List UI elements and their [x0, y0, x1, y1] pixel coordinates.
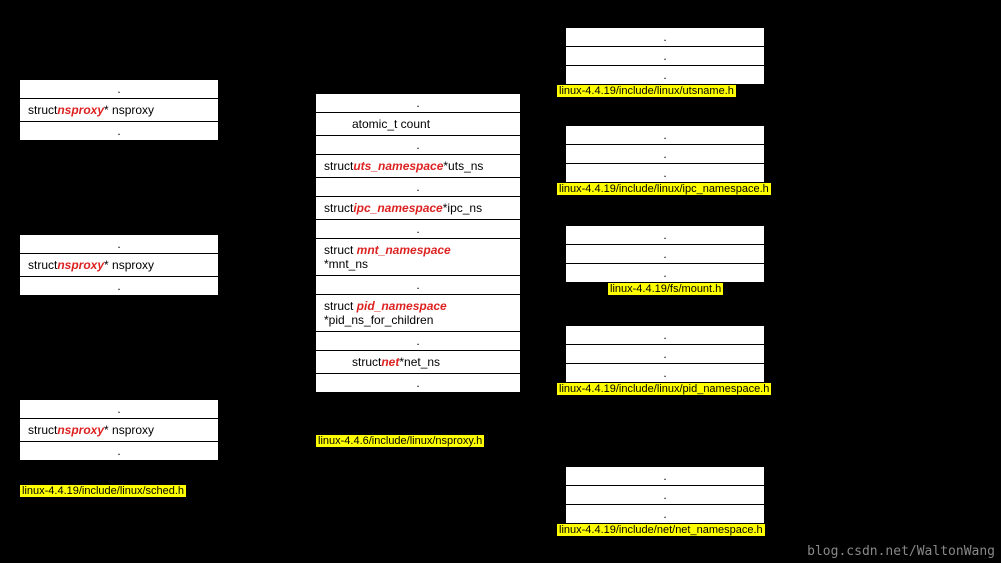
- pid-target-box: . . .: [565, 325, 765, 383]
- ellipsis: .: [566, 164, 764, 182]
- net-type: net: [381, 355, 399, 369]
- task-struct-box-3: . struct nsproxy * nsproxy .: [19, 399, 219, 461]
- ellipsis: .: [566, 145, 764, 164]
- ellipsis: .: [316, 276, 520, 295]
- task-struct-box-1: . struct nsproxy * nsproxy .: [19, 79, 219, 141]
- arrow-mnt: [521, 247, 565, 287]
- uts-field: struct uts_namespace *uts_ns: [316, 155, 520, 178]
- ellipsis: .: [566, 47, 764, 66]
- ellipsis: .: [20, 80, 218, 99]
- ellipsis: .: [316, 94, 520, 113]
- ellipsis: .: [566, 326, 764, 345]
- ipc-target-box: . . .: [565, 125, 765, 183]
- ellipsis: .: [20, 442, 218, 460]
- ellipsis: .: [20, 400, 218, 419]
- ellipsis: .: [20, 277, 218, 295]
- net-namespace-h-caption: linux-4.4.19/include/net/net_namespace.h: [556, 523, 766, 537]
- task-struct-box-2: . struct nsproxy * nsproxy .: [19, 234, 219, 296]
- nsproxy-type: nsproxy: [57, 258, 104, 272]
- ipc-namespace-h-caption: linux-4.4.19/include/linux/ipc_namespace…: [556, 182, 772, 196]
- ellipsis: .: [566, 505, 764, 523]
- ellipsis: .: [316, 374, 520, 392]
- arrow-task3-to-nsproxy: [219, 262, 315, 432]
- ellipsis: .: [566, 126, 764, 145]
- mnt-field: struct mnt_namespace *mnt_ns: [316, 239, 520, 276]
- pid-namespace-h-caption: linux-4.4.19/include/linux/pid_namespace…: [556, 382, 772, 396]
- pid-field: struct pid_namespace *pid_ns_for_childre…: [316, 295, 520, 332]
- net-target-box: . . .: [565, 466, 765, 524]
- ellipsis: .: [566, 486, 764, 505]
- ellipsis: .: [316, 332, 520, 351]
- task-nsproxy-field: struct nsproxy * nsproxy: [20, 99, 218, 122]
- utsname-h-caption: linux-4.4.19/include/linux/utsname.h: [556, 84, 737, 98]
- ellipsis: .: [316, 178, 520, 197]
- nsproxy-h-caption: linux-4.4.6/include/linux/nsproxy.h: [315, 434, 485, 448]
- ellipsis: .: [566, 66, 764, 84]
- ellipsis: .: [566, 226, 764, 245]
- ellipsis: .: [566, 364, 764, 382]
- mount-h-caption: linux-4.4.19/fs/mount.h: [607, 282, 724, 296]
- arrow-pid: [521, 330, 565, 360]
- ellipsis: .: [566, 28, 764, 47]
- arrow-task2-to-nsproxy: [219, 247, 315, 277]
- arrow-net: [521, 395, 565, 495]
- ellipsis: .: [20, 235, 218, 254]
- ellipsis: .: [566, 467, 764, 486]
- ipc-namespace-type: ipc_namespace: [353, 201, 442, 215]
- ellipsis: .: [316, 136, 520, 155]
- arrow-task1-to-nsproxy: [219, 107, 315, 267]
- uts-target-box: . . .: [565, 27, 765, 85]
- ellipsis: .: [566, 264, 764, 282]
- arrow-uts: [521, 50, 565, 180]
- nsproxy-type: nsproxy: [57, 423, 104, 437]
- watermark: blog.csdn.net/WaltonWang: [807, 544, 995, 559]
- pid-namespace-type: pid_namespace: [357, 299, 447, 313]
- net-field: struct net *net_ns: [316, 351, 520, 374]
- nsproxy-type: nsproxy: [57, 103, 104, 117]
- ellipsis: .: [316, 220, 520, 239]
- ellipsis: .: [566, 345, 764, 364]
- ipc-field: struct ipc_namespace *ipc_ns: [316, 197, 520, 220]
- sched-h-caption: linux-4.4.19/include/linux/sched.h: [19, 484, 187, 498]
- uts-namespace-type: uts_namespace: [353, 159, 443, 173]
- ellipsis: .: [566, 245, 764, 264]
- ellipsis: .: [20, 122, 218, 140]
- nsproxy-struct-box: . atomic_t count . struct uts_namespace …: [315, 93, 521, 393]
- task-nsproxy-field: struct nsproxy * nsproxy: [20, 419, 218, 442]
- mnt-target-box: . . .: [565, 225, 765, 283]
- count-field: atomic_t count: [316, 113, 520, 136]
- task-nsproxy-field: struct nsproxy * nsproxy: [20, 254, 218, 277]
- mnt-namespace-type: mnt_namespace: [357, 243, 451, 257]
